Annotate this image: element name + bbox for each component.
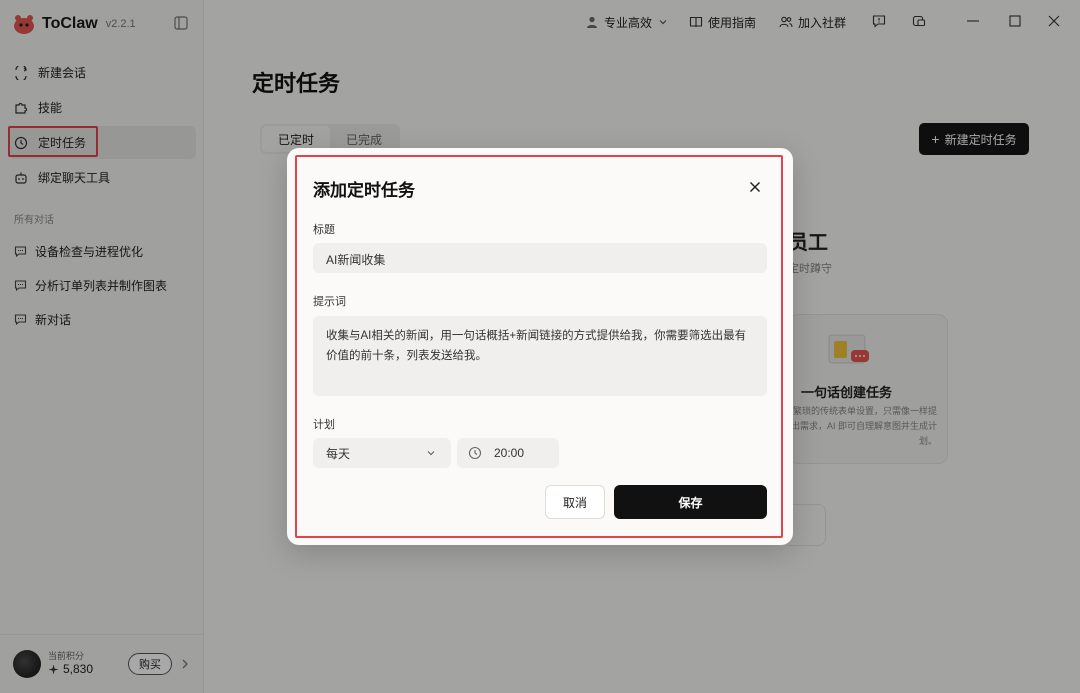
prompt-textarea[interactable]: 收集与AI相关的新闻，用一句话概括+新闻链接的方式提供给我，你需要筛选出最有价值… xyxy=(313,316,767,396)
title-field-label: 标题 xyxy=(313,224,335,236)
cancel-button[interactable]: 取消 xyxy=(545,485,605,519)
frequency-select[interactable]: 每天 xyxy=(313,438,451,468)
dialog-title: 添加定时任务 xyxy=(313,181,415,200)
prompt-field-label: 提示词 xyxy=(313,296,346,308)
chevron-down-icon xyxy=(427,451,435,456)
title-input[interactable]: AI新闻收集 xyxy=(313,243,767,273)
save-button[interactable]: 保存 xyxy=(614,485,767,519)
add-scheduled-task-dialog: 添加定时任务 标题 AI新闻收集 提示词 收集与AI相关的新闻，用一句话概括+新… xyxy=(287,148,793,545)
plan-field-label: 计划 xyxy=(313,419,335,431)
time-value: 20:00 xyxy=(494,446,525,460)
time-picker[interactable]: 20:00 xyxy=(457,438,559,468)
clock-icon xyxy=(468,446,482,460)
frequency-value: 每天 xyxy=(326,446,351,461)
close-icon[interactable] xyxy=(749,181,761,193)
